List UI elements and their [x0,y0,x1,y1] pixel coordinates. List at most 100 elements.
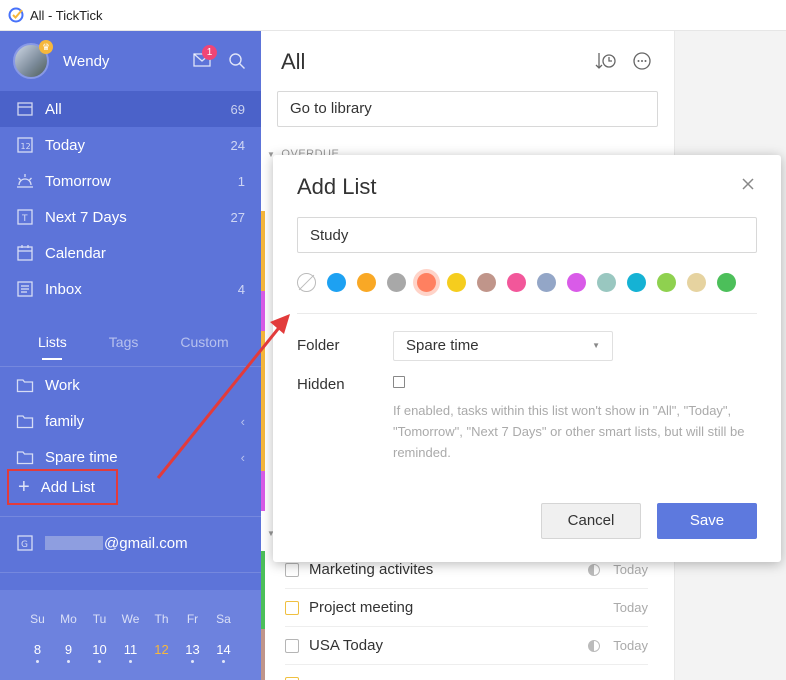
calendar-day[interactable]: 9 [53,642,84,657]
sidebar-tabs: Lists Tags Custom [0,317,261,367]
color-swatch[interactable] [477,273,496,292]
subtask-progress-icon [588,563,600,576]
sidebar-item-label: Spare time [45,448,118,466]
weekday-label: Fr [186,612,199,626]
sidebar-item-work[interactable]: Work [0,367,261,403]
sidebar-header: ♛ Wendy 1 [0,31,261,91]
sidebar-item-label: family [45,412,85,430]
list-color-strip [261,471,265,511]
sort-by-time-icon[interactable] [595,51,617,71]
color-swatch[interactable] [387,273,406,292]
task-dot [222,660,225,663]
color-swatch[interactable] [447,273,466,292]
svg-text:12: 12 [21,142,31,151]
go-to-library-input[interactable]: Go to library [277,91,658,127]
sidebar-item-all[interactable]: All 69 [0,91,261,127]
task-checkbox[interactable] [285,562,299,577]
sidebar-item-next-7-days[interactable]: T Next 7 Days 27 [0,199,261,235]
task-dot [191,660,194,663]
svg-text:G: G [21,540,28,550]
color-swatch[interactable] [657,273,676,292]
weekday-label: Tu [92,612,107,626]
calendar-t-icon: T [17,209,33,225]
sidebar-item-inbox[interactable]: Inbox 4 [0,271,261,307]
cancel-button[interactable]: Cancel [541,503,641,539]
color-swatch[interactable] [357,273,376,292]
task-title: Marketing activites [309,561,434,578]
task-dot [98,660,101,663]
task-checkbox[interactable] [285,600,299,615]
task-dot [129,660,132,663]
color-swatch[interactable] [507,273,526,292]
color-swatch[interactable] [567,273,586,292]
list-color-strip [261,629,265,680]
color-swatch[interactable] [597,273,616,292]
task-row-partial[interactable] [285,665,648,680]
task-checkbox[interactable] [285,638,299,653]
sidebar-item-count: 1 [237,173,245,189]
stack-icon [17,102,33,116]
task-title: Project meeting [309,599,414,616]
sidebar-item-family[interactable]: family ‹ [0,403,261,439]
list-color-strip [261,551,265,629]
color-swatch[interactable] [537,273,556,292]
save-button[interactable]: Save [657,503,757,539]
calendar-day[interactable]: 13 [177,642,208,657]
task-row[interactable]: Project meeting Today [285,589,648,627]
tab-tags[interactable]: Tags [109,334,139,350]
sidebar-item-count: 69 [230,101,245,117]
sidebar-item-today[interactable]: 12 Today 24 [0,127,261,163]
folder-dropdown[interactable]: Spare time ▼ [393,331,613,361]
chevron-left-icon[interactable]: ‹ [241,450,245,465]
plus-icon: + [18,476,30,498]
folder-icon [16,451,34,465]
username[interactable]: Wendy [63,53,109,70]
task-row[interactable]: USA Today Today [285,627,648,665]
color-swatch[interactable] [717,273,736,292]
weekday-label: We [121,612,140,626]
color-swatch-none[interactable] [297,273,316,292]
calendar-day[interactable]: 10 [84,642,115,657]
calendar-day[interactable]: 11 [115,642,146,657]
calendar-weekdays: Su Mo Tu We Th Fr Sa [22,612,239,626]
list-color-strip [261,211,265,291]
color-swatch-selected[interactable] [417,273,436,292]
color-swatch[interactable] [687,273,706,292]
account-email: @gmail.com [104,534,188,552]
chevron-left-icon[interactable]: ‹ [241,414,245,429]
list-name-input[interactable] [297,217,757,253]
chevron-down-icon: ▼ [592,341,600,350]
more-options-icon[interactable] [633,52,651,70]
dialog-title: Add List [297,174,377,199]
calendar-day-today[interactable]: 12 [146,642,177,657]
calendar-day[interactable]: 14 [208,642,239,657]
close-icon[interactable] [740,176,756,192]
color-swatch[interactable] [627,273,646,292]
sidebar-item-label: Next 7 Days [45,208,127,226]
hidden-label: Hidden [297,376,345,393]
tab-lists[interactable]: Lists [38,334,67,350]
hidden-checkbox[interactable] [393,376,405,388]
avatar[interactable]: ♛ [13,40,53,79]
redacted-email [45,536,103,550]
mini-calendar: Su Mo Tu We Th Fr Sa 8 9 10 11 12 13 14 [0,590,261,680]
weekday-label: Sa [216,612,231,626]
sidebar-item-calendar[interactable]: Calendar [0,235,261,271]
search-icon[interactable] [228,52,246,70]
tab-custom[interactable]: Custom [180,334,228,350]
sidebar-item-tomorrow[interactable]: Tomorrow 1 [0,163,261,199]
color-swatch[interactable] [327,273,346,292]
sidebar-item-label: Today [45,136,86,154]
sidebar-item-count: 27 [230,209,245,225]
weekday-label: Su [30,612,45,626]
calendar-days: 8 9 10 11 12 13 14 [22,642,239,657]
sidebar-item-label: Work [45,376,80,394]
task-due-date: Today [613,638,648,653]
weekday-label: Mo [60,612,77,626]
calendar-day[interactable]: 8 [22,642,53,657]
sidebar-item-count: 24 [230,137,245,153]
task-due-date: Today [613,562,648,577]
add-list-button[interactable]: + Add List [7,469,118,505]
account-row[interactable]: G @gmail.com [16,534,188,552]
hidden-hint-text: If enabled, tasks within this list won't… [393,403,745,460]
